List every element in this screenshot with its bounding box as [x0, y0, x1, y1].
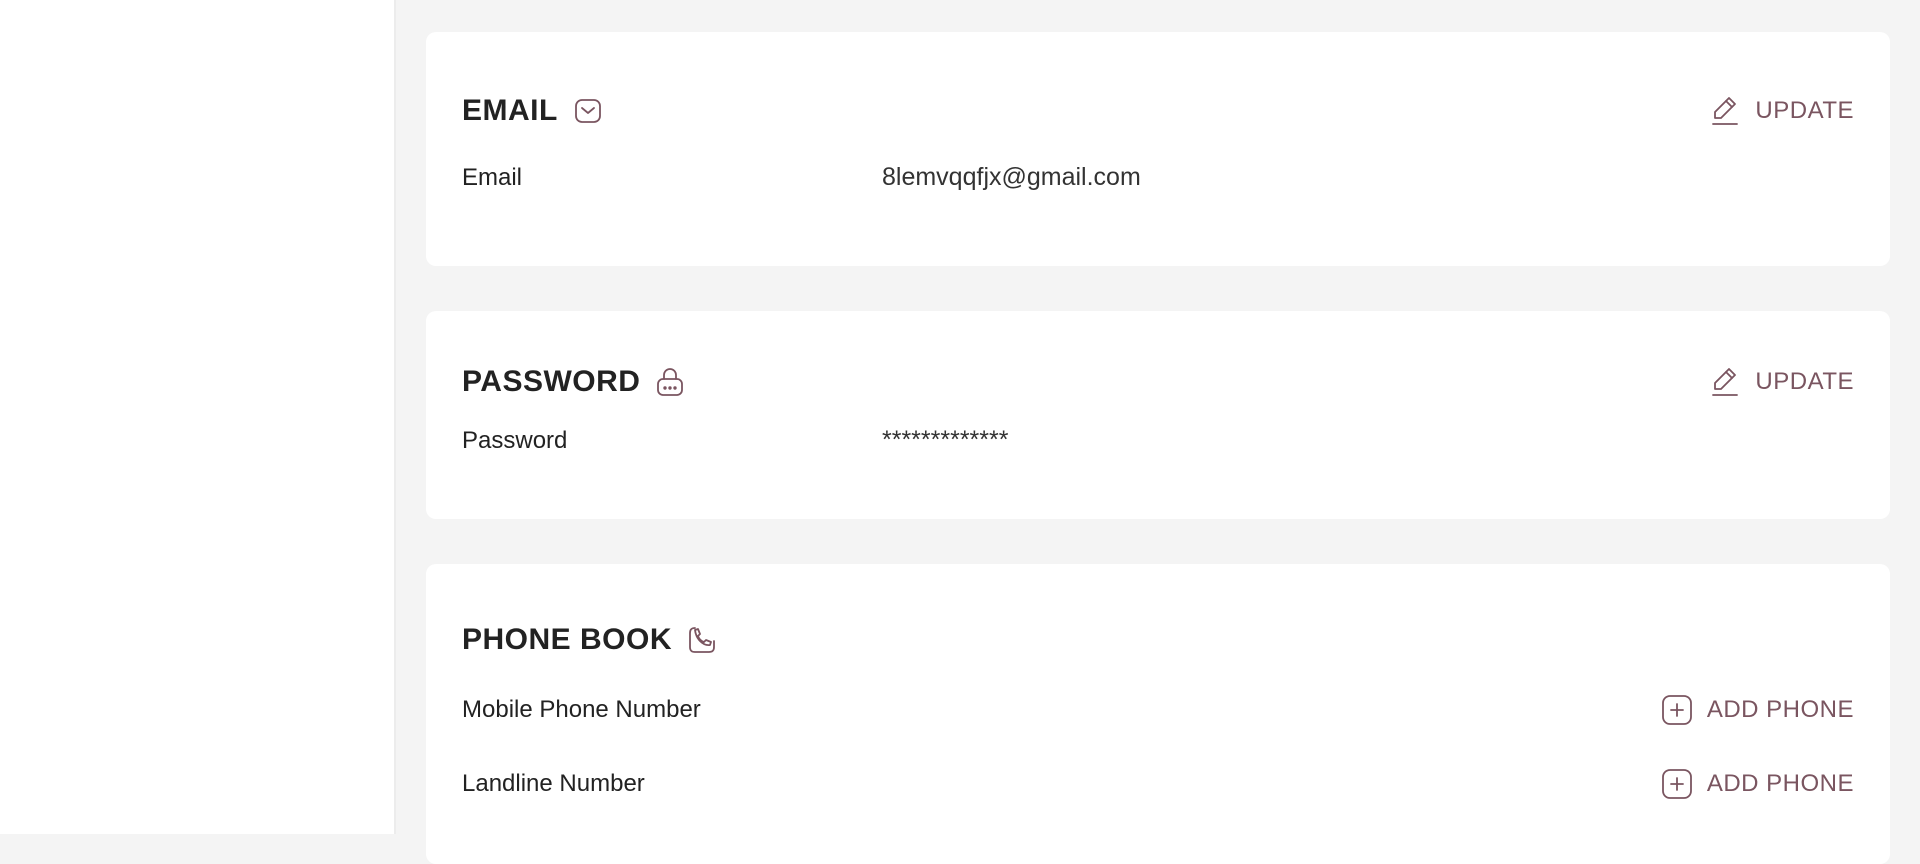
add-landline-button[interactable]: ADD PHONE [1661, 768, 1854, 800]
password-label: Password [462, 426, 568, 454]
email-update-label: UPDATE [1755, 97, 1854, 124]
password-title-wrap: PASSWORD [462, 365, 685, 399]
lock-icon [655, 367, 685, 397]
add-mobile-phone-label: ADD PHONE [1706, 696, 1854, 723]
phone-book-title: PHONE BOOK [462, 623, 673, 656]
password-row: Password ************* [462, 426, 1854, 455]
email-title: EMAIL [462, 94, 558, 127]
landline-row: Landline Number ADD PHONE [462, 764, 1854, 804]
add-landline-label: ADD PHONE [1706, 770, 1854, 797]
add-mobile-phone-button[interactable]: ADD PHONE [1661, 694, 1854, 726]
account-main: EMAIL UPDATE Email 8lemvqqfjx@gmail.com … [426, 32, 1890, 864]
sidebar [0, 0, 396, 834]
phone-icon [687, 625, 717, 655]
password-value: ************* [882, 426, 1009, 454]
email-title-wrap: EMAIL [462, 94, 603, 128]
phone-book-card-header: PHONE BOOK [462, 564, 1854, 670]
mobile-phone-row: Mobile Phone Number ADD PHONE [462, 690, 1854, 730]
email-card: EMAIL UPDATE Email 8lemvqqfjx@gmail.com [426, 32, 1890, 266]
envelope-icon [573, 96, 603, 126]
password-update-label: UPDATE [1755, 368, 1854, 395]
mobile-phone-label: Mobile Phone Number [462, 696, 701, 723]
email-label: Email [462, 163, 523, 191]
email-card-header: EMAIL UPDATE [462, 32, 1854, 141]
email-row: Email 8lemvqqfjx@gmail.com [462, 163, 1854, 192]
email-update-button[interactable]: UPDATE [1709, 95, 1854, 127]
phone-book-card: PHONE BOOK Mobile Phone Number ADD PHONE… [426, 564, 1890, 864]
password-card: PASSWORD UPDATE Password ************* [426, 311, 1890, 519]
pencil-icon [1709, 95, 1741, 127]
plus-square-icon [1661, 694, 1693, 726]
phone-book-title-wrap: PHONE BOOK [462, 623, 717, 657]
password-update-button[interactable]: UPDATE [1709, 366, 1854, 398]
password-card-header: PASSWORD UPDATE [462, 311, 1854, 412]
pencil-icon [1709, 366, 1741, 398]
password-title: PASSWORD [462, 365, 641, 398]
landline-label: Landline Number [462, 770, 645, 797]
plus-square-icon [1661, 768, 1693, 800]
email-value: 8lemvqqfjx@gmail.com [882, 163, 1141, 191]
